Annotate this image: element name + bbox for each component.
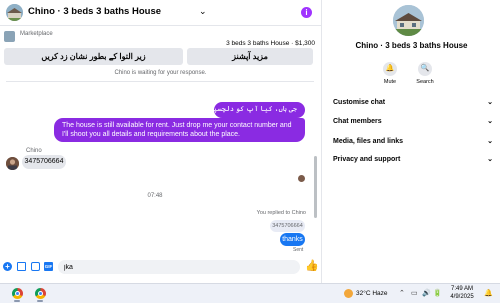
item-label: Privacy and support — [333, 156, 401, 163]
message-input[interactable] — [58, 260, 300, 274]
clock-time: 7:49 AM — [450, 286, 473, 292]
mute-label[interactable]: Mute — [375, 79, 405, 85]
chevron-down-icon: ⌄ — [487, 138, 493, 145]
quoted-message[interactable]: 3475706664 — [270, 220, 305, 232]
chat-members-item[interactable]: Chat members ⌄ — [333, 116, 493, 128]
outgoing-message[interactable]: جی ہاں، کیا آپ کو دلچسپی ہے؟ — [195, 102, 305, 118]
waiting-notice: Chino is waiting for your response. — [114, 70, 207, 76]
listing-price[interactable]: 3 beds 3 baths House · $1,300 — [226, 40, 315, 47]
notifications-icon[interactable]: 🔔 — [484, 289, 493, 297]
mark-pending-button[interactable]: زیر التوا کے بطور نشان زد کریں — [4, 48, 183, 65]
outgoing-message[interactable]: The house is still available for rent. J… — [54, 118, 305, 142]
battery-icon[interactable]: 🔋 — [433, 289, 442, 297]
chevron-down-icon: ⌄ — [487, 156, 493, 163]
system-clock[interactable]: 7:49 AM 4/9/2025 — [446, 285, 478, 301]
chat-scrollbar[interactable] — [314, 156, 317, 218]
chat-header: Chino · 3 beds 3 baths House ⌄ i — [0, 0, 321, 26]
active-app-indicator — [37, 300, 43, 302]
chat-title[interactable]: Chino · 3 beds 3 baths House — [28, 6, 161, 17]
outgoing-message[interactable]: thanks — [280, 233, 305, 246]
like-icon[interactable]: 👍 — [305, 260, 319, 272]
conversation-name: Chino · 3 beds 3 baths House — [355, 41, 468, 50]
listing-photo — [393, 5, 424, 36]
incoming-message[interactable]: 3475706664 — [22, 155, 66, 169]
clock-date: 4/9/2025 — [450, 294, 474, 300]
weather-icon[interactable] — [344, 289, 353, 298]
chrome-icon[interactable] — [35, 288, 46, 299]
chrome-icon[interactable] — [12, 288, 23, 299]
chevron-down-icon: ⌄ — [487, 118, 493, 125]
volume-icon[interactable]: 🔊 — [422, 289, 431, 297]
search-icon[interactable]: 🔍 — [418, 62, 432, 76]
gif-icon[interactable]: GIF — [44, 262, 53, 271]
chat-pane: Chino · 3 beds 3 baths House ⌄ i Marketp… — [0, 0, 321, 283]
chevron-down-icon: ⌄ — [487, 99, 493, 106]
media-files-links-item[interactable]: Media, files and links ⌄ — [333, 136, 493, 148]
message-status: Sent — [293, 247, 304, 253]
divider — [6, 81, 314, 82]
privacy-support-item[interactable]: Privacy and support ⌄ — [333, 154, 493, 166]
item-label: Customise chat — [333, 99, 386, 106]
search-label[interactable]: Search — [410, 79, 440, 85]
message-timestamp: 07:48 — [147, 193, 163, 199]
conversation-info-panel: Chino · 3 beds 3 baths House 🔔 🔍 Mute Se… — [321, 0, 500, 283]
network-icon[interactable]: ▭ — [411, 289, 418, 297]
plus-icon[interactable]: + — [3, 262, 12, 271]
seen-indicator-avatar — [298, 175, 305, 182]
item-label: Media, files and links — [333, 138, 404, 145]
show-hidden-icons-icon[interactable]: ⌃ — [399, 289, 405, 297]
marketplace-label: Marketplace — [20, 31, 53, 37]
sender-avatar[interactable] — [6, 157, 19, 170]
weather-text[interactable]: 32°C Haze — [356, 290, 388, 297]
bell-icon[interactable]: 🔔 — [383, 62, 397, 76]
sender-name: Chino — [26, 148, 42, 154]
item-label: Chat members — [333, 118, 382, 125]
more-options-button[interactable]: مزید آپشنز — [187, 48, 313, 65]
marketplace-icon — [4, 31, 15, 42]
active-app-indicator — [14, 300, 20, 302]
listing-avatar[interactable] — [6, 4, 23, 21]
chevron-down-icon[interactable]: ⌄ — [199, 6, 207, 17]
customise-chat-item[interactable]: Customise chat ⌄ — [333, 97, 493, 109]
reply-context-label: You replied to Chino — [256, 210, 306, 216]
messenger-window: Chino · 3 beds 3 baths House ⌄ i Marketp… — [0, 0, 500, 303]
image-icon[interactable] — [17, 262, 26, 271]
info-icon[interactable]: i — [301, 7, 312, 18]
sticker-icon[interactable] — [31, 262, 40, 271]
